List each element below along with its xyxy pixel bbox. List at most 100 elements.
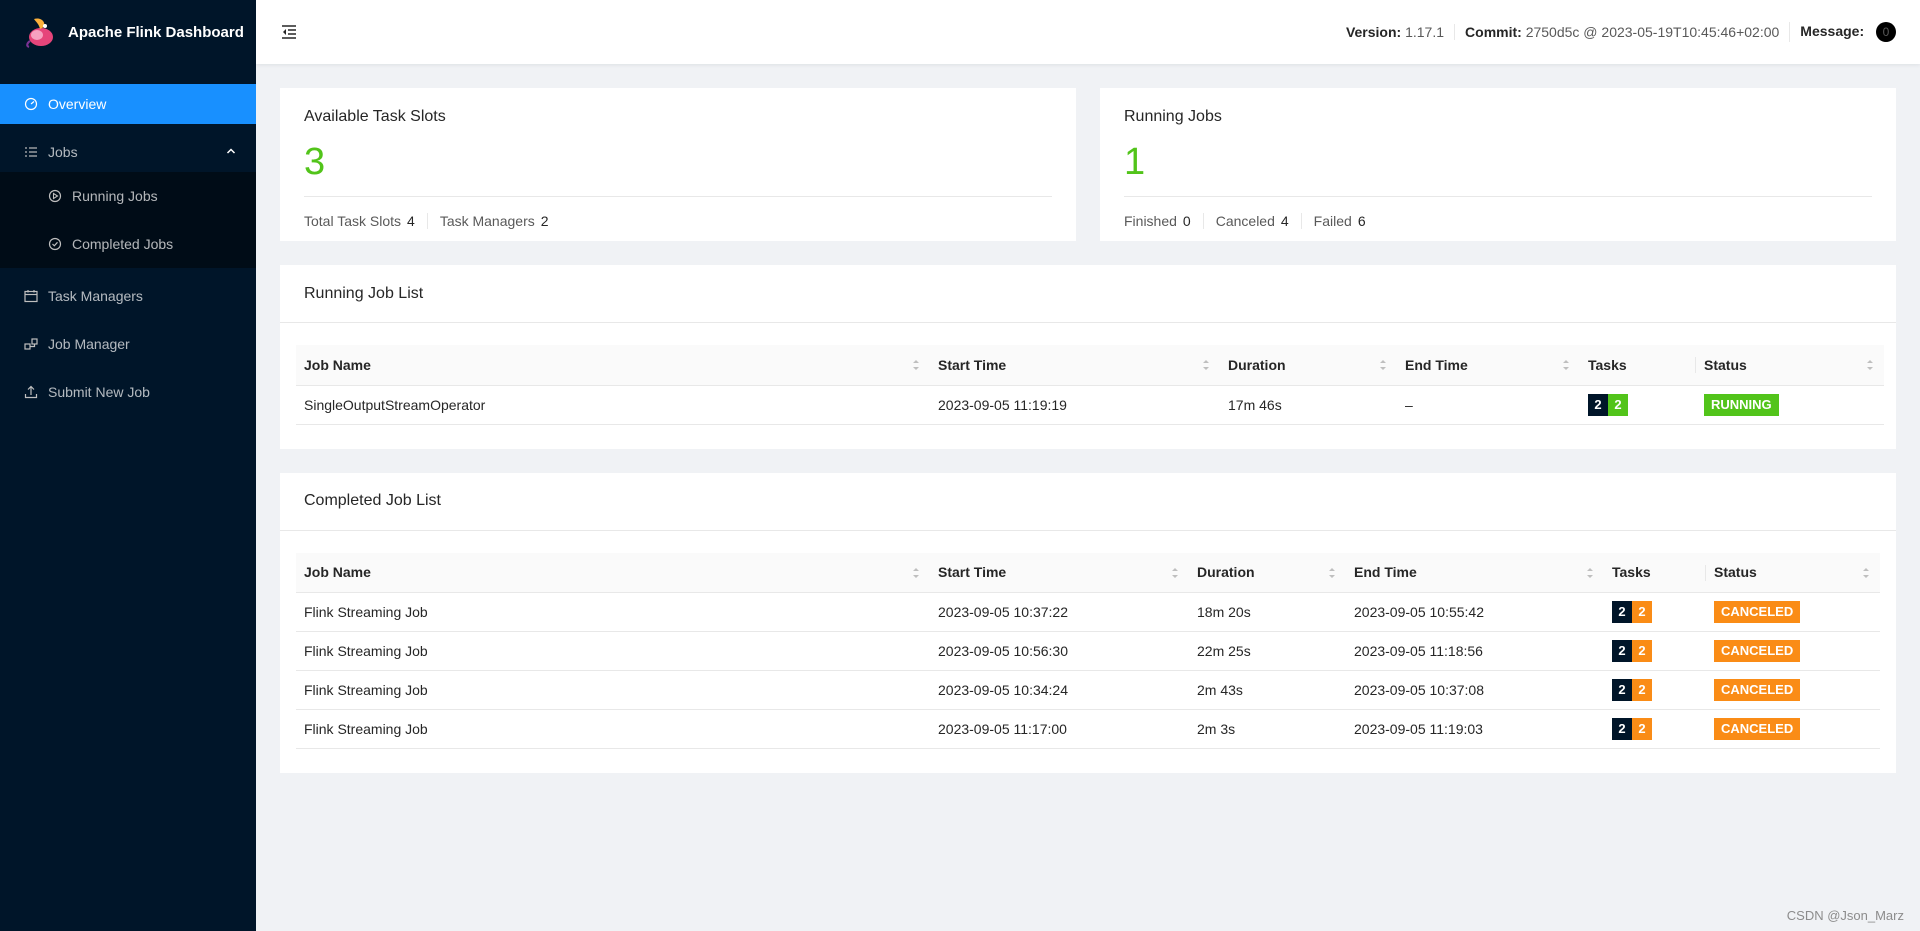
task-slots-title: Available Task Slots — [304, 108, 446, 125]
header: Version: 1.17.1 Commit: 2750d5c @ 2023-0… — [256, 0, 1920, 64]
running-jobs-footer: Finished 0 Canceled 4 Failed 6 — [1124, 213, 1872, 229]
sort-icon[interactable] — [1328, 565, 1336, 581]
task-slots-value: 3 — [304, 141, 326, 183]
col-status[interactable]: Status — [1696, 345, 1884, 386]
col-duration[interactable]: Duration — [1189, 552, 1346, 593]
task-slots-card: Available Task Slots 3 Total Task Slots 4… — [280, 88, 1076, 241]
total-task-slots-value: 4 — [407, 213, 415, 229]
sidebar-item-submit-new-job[interactable]: Submit New Job — [0, 372, 256, 412]
col-start-time[interactable]: Start Time — [930, 345, 1220, 386]
table-row[interactable]: Flink Streaming Job 2023-09-05 10:56:30 … — [296, 631, 1880, 671]
sidebar-item-label: Completed Jobs — [72, 236, 174, 252]
stat-row: Available Task Slots 3 Total Task Slots 4… — [280, 88, 1896, 241]
table-row[interactable]: Flink Streaming Job 2023-09-05 10:37:22 … — [296, 592, 1880, 632]
sidebar-item-completed-jobs[interactable]: Completed Jobs — [0, 220, 256, 268]
tasks-total: 2 — [1612, 601, 1632, 623]
sidebar-item-overview[interactable]: Overview — [0, 84, 256, 124]
sidebar-item-label: Job Manager — [48, 336, 130, 352]
play-circle-icon — [48, 189, 62, 203]
version-value: 1.17.1 — [1405, 24, 1445, 40]
total-task-slots-label: Total Task Slots — [304, 213, 402, 229]
watermark: CSDN @Json_Marz — [1786, 908, 1904, 923]
sidebar-item-job-manager[interactable]: Job Manager — [0, 324, 256, 364]
version-info: Version: 1.17.1 — [1336, 24, 1454, 40]
app-title: Apache Flink Dashboard — [68, 23, 244, 41]
sidebar-item-jobs[interactable]: Jobs — [0, 132, 256, 172]
main-content: Available Task Slots 3 Total Task Slots 4… — [280, 88, 1896, 773]
flink-logo-icon — [26, 18, 53, 48]
duration: 2m 43s — [1189, 670, 1346, 710]
col-job-name[interactable]: Job Name — [296, 552, 930, 593]
start-time: 2023-09-05 10:34:24 — [930, 670, 1189, 710]
end-time: 2023-09-05 11:19:03 — [1346, 709, 1604, 749]
table-header-row: Job Name Start Time Duration End Time Ta… — [296, 552, 1880, 593]
failed-count: Failed 6 — [1300, 213, 1378, 229]
sort-icon[interactable] — [1562, 357, 1570, 373]
duration: 17m 46s — [1220, 385, 1397, 425]
menu-fold-icon[interactable] — [280, 23, 298, 41]
message-info[interactable]: Message: 0 — [1789, 22, 1906, 42]
end-time: 2023-09-05 10:37:08 — [1346, 670, 1604, 710]
divider — [304, 196, 1052, 197]
col-duration[interactable]: Duration — [1220, 345, 1397, 386]
status-cell: CANCELED — [1706, 592, 1880, 632]
tasks-cell: 22 — [1604, 631, 1706, 671]
sort-icon[interactable] — [912, 357, 920, 373]
sort-icon[interactable] — [1379, 357, 1387, 373]
commit-value: 2750d5c @ 2023-05-19T10:45:46+02:00 — [1525, 24, 1780, 40]
chevron-up-icon[interactable] — [226, 146, 236, 159]
tasks-canceled: 2 — [1632, 679, 1652, 701]
tasks-total: 2 — [1612, 718, 1632, 740]
completed-job-list-title: Completed Job List — [280, 473, 1896, 531]
sidebar-item-label: Submit New Job — [48, 384, 150, 400]
finished-count: Finished 0 — [1124, 213, 1203, 229]
task-managers-label: Task Managers — [439, 213, 535, 229]
table-row[interactable]: SingleOutputStreamOperator 2023-09-05 11… — [296, 385, 1884, 425]
tasks-cell: 22 — [1604, 592, 1706, 632]
header-info: Version: 1.17.1 Commit: 2750d5c @ 2023-0… — [1336, 22, 1906, 42]
brand[interactable]: Apache Flink Dashboard — [0, 0, 256, 64]
status-cell: CANCELED — [1706, 631, 1880, 671]
sidebar-item-label: Overview — [48, 96, 107, 112]
completed-job-table: Job Name Start Time Duration End Time Ta… — [296, 552, 1880, 749]
sort-icon[interactable] — [1202, 357, 1210, 373]
job-name: Flink Streaming Job — [296, 709, 930, 749]
running-jobs-value: 1 — [1124, 141, 1146, 183]
status-badge: CANCELED — [1714, 640, 1801, 662]
sort-icon[interactable] — [1866, 357, 1874, 373]
version-label: Version: — [1345, 24, 1402, 40]
col-job-name[interactable]: Job Name — [296, 345, 930, 386]
completed-job-table-wrap: Job Name Start Time Duration End Time Ta… — [280, 531, 1896, 774]
sort-icon[interactable] — [912, 565, 920, 581]
failed-label: Failed — [1313, 213, 1352, 229]
task-slots-footer: Total Task Slots 4 Task Managers 2 — [304, 213, 1052, 229]
sort-icon[interactable] — [1171, 565, 1179, 581]
canceled-value: 4 — [1280, 213, 1289, 229]
table-header-row: Job Name Start Time Duration End Time Ta… — [296, 345, 1884, 386]
job-name: Flink Streaming Job — [296, 592, 930, 632]
sidebar-item-running-jobs[interactable]: Running Jobs — [0, 172, 256, 220]
col-tasks: Tasks — [1580, 345, 1696, 386]
cluster-icon — [24, 337, 38, 351]
tasks-badge: 22 — [1612, 718, 1652, 740]
col-end-time[interactable]: End Time — [1397, 345, 1580, 386]
table-row[interactable]: Flink Streaming Job 2023-09-05 10:34:24 … — [296, 670, 1880, 710]
message-count-badge[interactable]: 0 — [1876, 22, 1896, 42]
start-time: 2023-09-05 10:37:22 — [930, 592, 1189, 632]
col-status[interactable]: Status — [1706, 552, 1880, 593]
sidebar-item-task-managers[interactable]: Task Managers — [0, 276, 256, 316]
sort-icon[interactable] — [1862, 565, 1870, 581]
col-end-time[interactable]: End Time — [1346, 552, 1604, 593]
tasks-total: 2 — [1612, 640, 1632, 662]
sidebar-item-label: Task Managers — [48, 288, 143, 304]
sort-icon[interactable] — [1586, 565, 1594, 581]
tasks-cell: 22 — [1604, 670, 1706, 710]
start-time: 2023-09-05 11:19:19 — [930, 385, 1220, 425]
tasks-canceled: 2 — [1632, 718, 1652, 740]
col-start-time[interactable]: Start Time — [930, 552, 1189, 593]
jobs-submenu: Running Jobs Completed Jobs — [0, 172, 256, 268]
tasks-cell: 22 — [1604, 709, 1706, 749]
table-row[interactable]: Flink Streaming Job 2023-09-05 11:17:00 … — [296, 709, 1880, 749]
job-name: Flink Streaming Job — [296, 670, 930, 710]
tasks-badge: 22 — [1612, 601, 1652, 623]
